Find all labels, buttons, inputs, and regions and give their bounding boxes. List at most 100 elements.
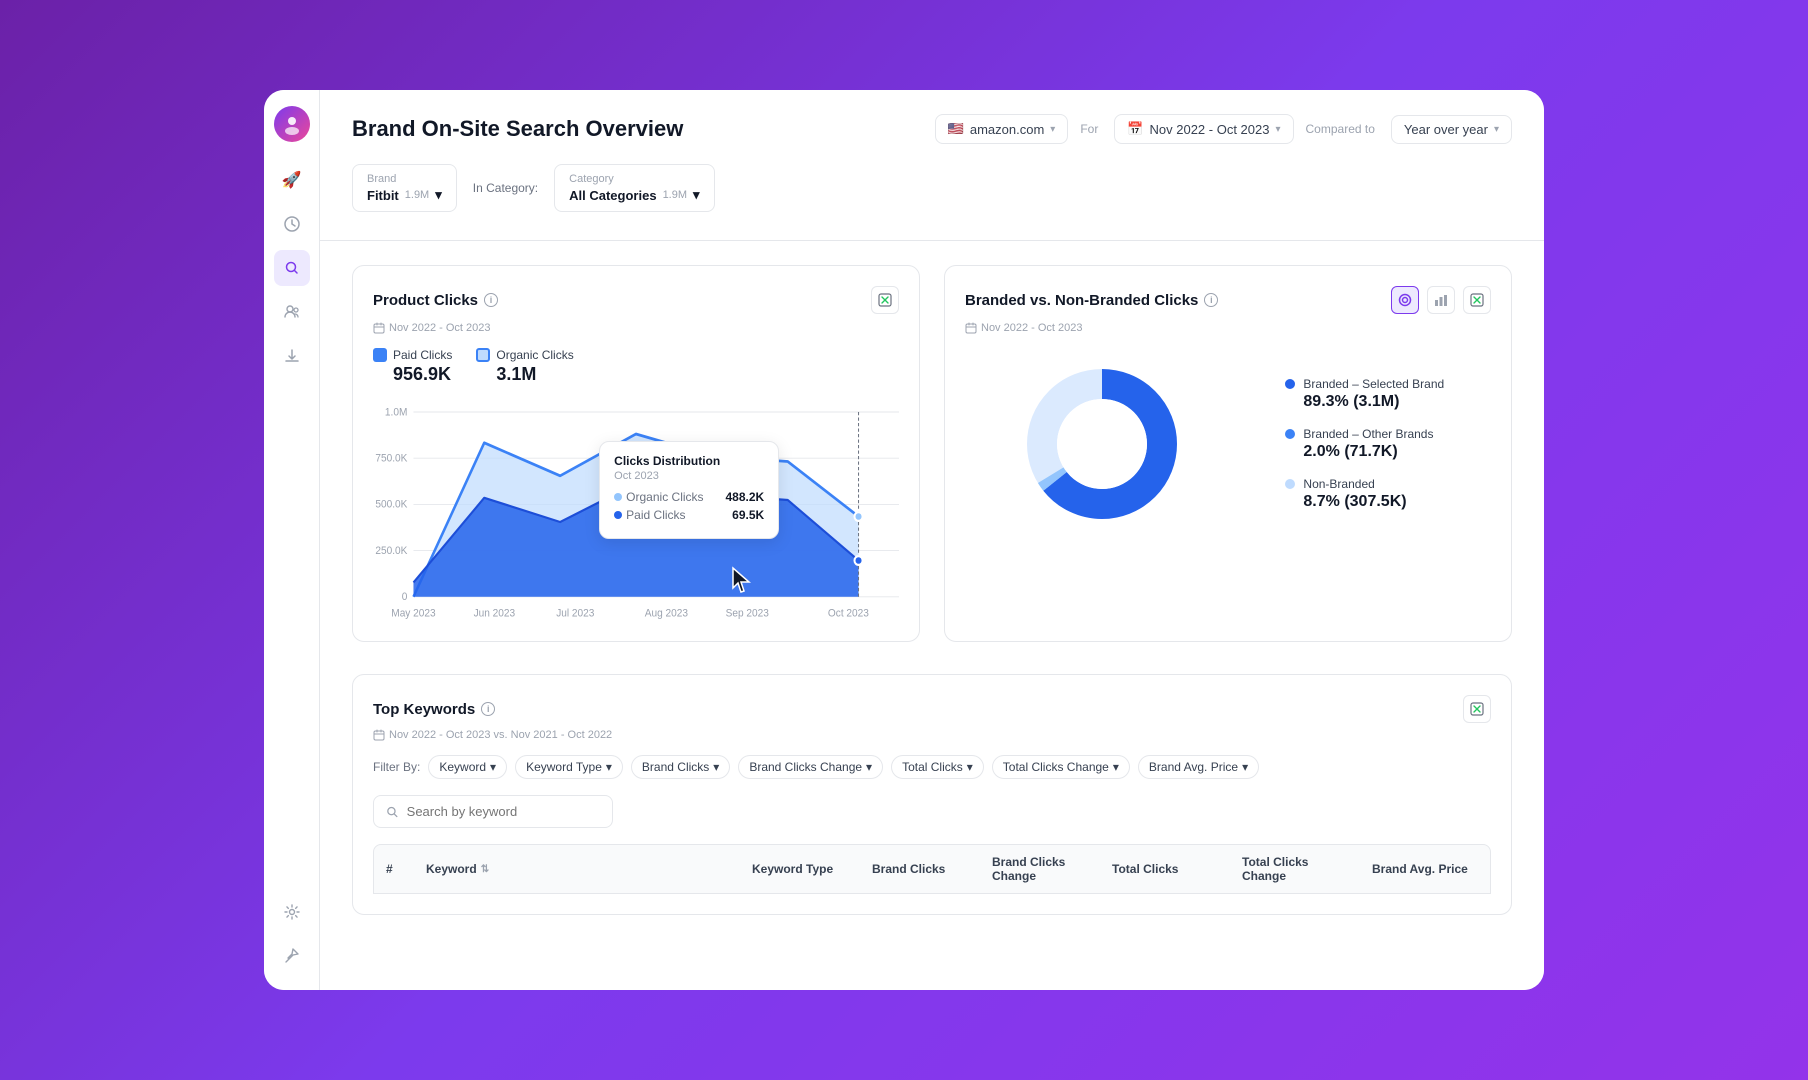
chevron-down-icon-2: ▾ <box>1275 124 1280 135</box>
top-keywords-section: Top Keywords i Nov 2022 - Oct 2023 vs. N… <box>352 674 1512 915</box>
branded-clicks-date: Nov 2022 - Oct 2023 <box>965 322 1491 334</box>
info-icon-branded[interactable]: i <box>1204 293 1218 307</box>
sidebar: 🚀 <box>264 90 320 990</box>
donut-section: Branded – Selected Brand 89.3% (3.1M) Br… <box>965 354 1491 534</box>
th-keyword-type[interactable]: Keyword Type <box>740 855 860 883</box>
svg-text:Jun 2023: Jun 2023 <box>474 607 516 619</box>
non-branded-value: 8.7% (307.5K) <box>1285 493 1444 511</box>
chevron-down-icon-4: ▾ <box>435 187 442 203</box>
th-total-clicks[interactable]: Total Clicks <box>1100 855 1230 883</box>
th-brand-clicks[interactable]: Brand Clicks <box>860 855 980 883</box>
excel-export-btn[interactable] <box>871 286 899 314</box>
site-value: amazon.com <box>970 122 1044 137</box>
info-icon-product[interactable]: i <box>484 293 498 307</box>
svg-text:500.0K: 500.0K <box>375 498 407 510</box>
svg-text:250.0K: 250.0K <box>375 545 407 557</box>
chevron-chip-icon-5: ▾ <box>967 760 973 774</box>
tooltip-date: Oct 2023 <box>614 470 764 482</box>
paid-clicks-value: 956.9K <box>373 364 452 385</box>
tooltip-paid-label: Paid Clicks <box>614 508 685 522</box>
product-clicks-date: Nov 2022 - Oct 2023 <box>373 322 899 334</box>
chart-tooltip: Clicks Distribution Oct 2023 Organic Cli… <box>599 441 779 539</box>
th-number: # <box>374 855 414 883</box>
charts-grid: Product Clicks i Nov 2022 - Oct 2023 <box>352 265 1512 642</box>
tooltip-title: Clicks Distribution <box>614 454 764 468</box>
branded-clicks-header: Branded vs. Non-Branded Clicks i <box>965 286 1491 314</box>
th-total-clicks-change[interactable]: Total Clicks Change <box>1230 855 1360 883</box>
flag-icon: 🇺🇸 <box>948 121 964 137</box>
page-title: Brand On-Site Search Overview <box>352 116 683 142</box>
total-clicks-change-chip[interactable]: Total Clicks Change ▾ <box>992 755 1130 779</box>
excel-export-btn-2[interactable] <box>1463 286 1491 314</box>
settings-icon[interactable] <box>274 894 310 930</box>
header-controls: 🇺🇸 amazon.com ▾ For 📅 Nov 2022 - Oct 202… <box>935 114 1512 144</box>
brand-clicks-change-chip[interactable]: Brand Clicks Change ▾ <box>738 755 883 779</box>
chart-icon[interactable] <box>274 206 310 242</box>
paid-clicks-label: Paid Clicks <box>373 348 452 362</box>
brand-filter[interactable]: Brand Fitbit 1.9M ▾ <box>352 164 457 212</box>
selected-brand-value: 89.3% (3.1M) <box>1285 393 1444 411</box>
category-filter[interactable]: Category All Categories 1.9M ▾ <box>554 164 714 212</box>
bar-view-btn[interactable] <box>1427 286 1455 314</box>
comparison-value: Year over year <box>1404 122 1488 137</box>
organic-clicks-metric: Organic Clicks 3.1M <box>476 348 573 385</box>
chevron-chip-icon-2: ▾ <box>606 760 612 774</box>
main-content: Brand On-Site Search Overview 🇺🇸 amazon.… <box>320 90 1544 990</box>
search-icon[interactable] <box>274 250 310 286</box>
branded-clicks-card: Branded vs. Non-Branded Clicks i <box>944 265 1512 642</box>
total-clicks-chip[interactable]: Total Clicks ▾ <box>891 755 984 779</box>
non-branded-dot <box>1285 479 1295 489</box>
th-brand-avg-price[interactable]: Brand Avg. Price <box>1360 855 1490 883</box>
for-label: For <box>1080 122 1098 136</box>
chevron-down-icon-5: ▾ <box>693 187 700 203</box>
chevron-down-icon: ▾ <box>1050 124 1055 135</box>
brand-clicks-chip[interactable]: Brand Clicks ▾ <box>631 755 730 779</box>
keyword-chip[interactable]: Keyword ▾ <box>428 755 507 779</box>
keywords-table: # Keyword ⇅ Keyword Type Brand Clicks Br… <box>373 844 1491 894</box>
calendar-icon: 📅 <box>1127 121 1143 137</box>
other-brands-value: 2.0% (71.7K) <box>1285 443 1444 461</box>
site-selector[interactable]: 🇺🇸 amazon.com ▾ <box>935 114 1069 144</box>
sort-icon: ⇅ <box>481 864 489 875</box>
product-clicks-title: Product Clicks i <box>373 292 498 309</box>
top-keywords-title: Top Keywords i <box>373 701 495 718</box>
donut-chart <box>1012 354 1192 534</box>
rocket-icon[interactable]: 🚀 <box>274 162 310 198</box>
th-brand-clicks-change[interactable]: Brand Clicks Change <box>980 855 1100 883</box>
other-brands-dot <box>1285 429 1295 439</box>
category-value: All Categories 1.9M ▾ <box>569 187 699 203</box>
keyword-search-row[interactable] <box>373 795 613 828</box>
top-keywords-header: Top Keywords i <box>373 695 1491 723</box>
comparison-selector[interactable]: Year over year ▾ <box>1391 115 1512 144</box>
info-icon-keywords[interactable]: i <box>481 702 495 716</box>
avatar[interactable] <box>274 106 310 142</box>
organic-clicks-label: Organic Clicks <box>476 348 573 362</box>
chevron-chip-icon-6: ▾ <box>1113 760 1119 774</box>
svg-text:Oct 2023: Oct 2023 <box>828 607 869 619</box>
product-clicks-actions <box>871 286 899 314</box>
divider <box>320 240 1544 241</box>
organic-clicks-value: 3.1M <box>476 364 573 385</box>
chevron-chip-icon-3: ▾ <box>713 760 719 774</box>
filter-by-label: Filter By: <box>373 760 420 774</box>
download-icon[interactable] <box>274 338 310 374</box>
keyword-search-input[interactable] <box>407 804 600 819</box>
donut-legend: Branded – Selected Brand 89.3% (3.1M) Br… <box>1285 377 1444 511</box>
svg-text:750.0K: 750.0K <box>375 452 407 464</box>
header: Brand On-Site Search Overview 🇺🇸 amazon.… <box>352 114 1512 144</box>
th-keyword[interactable]: Keyword ⇅ <box>414 855 740 883</box>
compared-label: Compared to <box>1306 122 1375 136</box>
pin-icon[interactable] <box>274 938 310 974</box>
excel-export-keywords-btn[interactable] <box>1463 695 1491 723</box>
selected-brand-dot <box>1285 379 1295 389</box>
keyword-type-chip[interactable]: Keyword Type ▾ <box>515 755 623 779</box>
paid-dot <box>614 511 622 519</box>
branded-clicks-title: Branded vs. Non-Branded Clicks i <box>965 292 1218 309</box>
users-icon[interactable] <box>274 294 310 330</box>
date-range-selector[interactable]: 📅 Nov 2022 - Oct 2023 ▾ <box>1114 114 1293 144</box>
brand-avg-price-chip[interactable]: Brand Avg. Price ▾ <box>1138 755 1259 779</box>
brand-value: Fitbit 1.9M ▾ <box>367 187 442 203</box>
date-range-value: Nov 2022 - Oct 2023 <box>1150 122 1270 137</box>
svg-text:Jul 2023: Jul 2023 <box>556 607 594 619</box>
donut-view-btn[interactable] <box>1391 286 1419 314</box>
